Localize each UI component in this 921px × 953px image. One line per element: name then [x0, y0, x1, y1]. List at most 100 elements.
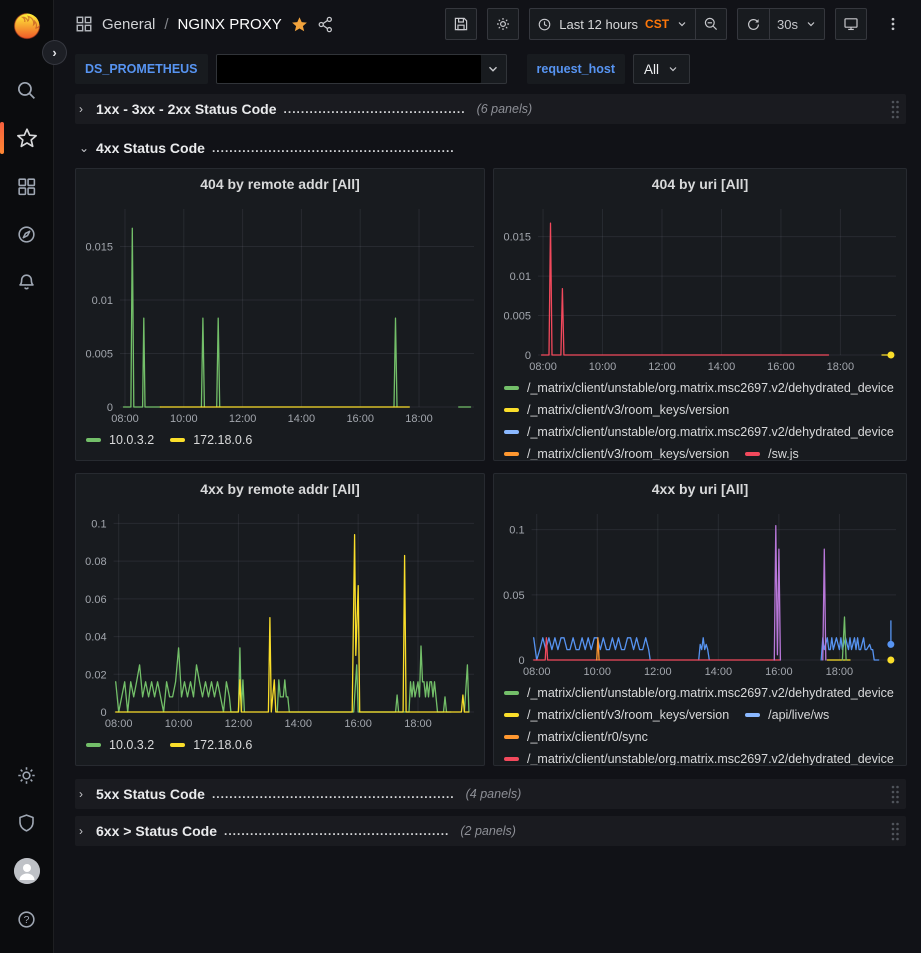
panel-title[interactable]: 4xx by uri [All] — [494, 474, 906, 504]
row-collapse-chevron[interactable]: › — [79, 102, 89, 116]
dashboard-settings-button[interactable] — [487, 8, 519, 40]
row-drag-handle[interactable] — [890, 821, 900, 841]
panel-404-by-remote-addr: 404 by remote addr [All] 08:0010:0012:00… — [75, 168, 485, 461]
series-name: 172.18.0.6 — [193, 738, 252, 752]
svg-text:0.015: 0.015 — [503, 232, 531, 244]
legend-item[interactable]: 172.18.0.6 — [170, 734, 252, 755]
series-color-swatch — [745, 452, 760, 456]
row-header-4xx[interactable]: ⌄ 4xx Status Code ......................… — [75, 134, 906, 162]
row-collapse-chevron[interactable]: ⌄ — [79, 141, 89, 155]
settings-gear-icon[interactable] — [0, 751, 54, 799]
series-color-swatch — [745, 713, 760, 717]
row-collapse-chevron[interactable]: › — [79, 787, 89, 801]
svg-text:0: 0 — [525, 350, 531, 362]
legend-item[interactable]: 10.0.3.2 — [86, 429, 154, 450]
row-collapse-chevron[interactable]: › — [79, 824, 89, 838]
favorite-star-icon[interactable] — [291, 16, 308, 33]
legend-item[interactable]: /_matrix/client/unstable/org.matrix.msc2… — [504, 377, 894, 398]
row-drag-handle[interactable] — [890, 99, 900, 119]
toolbar: Last 12 hours CST — [445, 8, 909, 40]
panel-title[interactable]: 404 by uri [All] — [494, 169, 906, 199]
timeseries-chart[interactable]: 08:0010:0012:0014:0016:0018:0000.0050.01… — [494, 199, 906, 375]
help-icon[interactable]: ? — [0, 895, 54, 943]
series-color-swatch — [170, 743, 185, 747]
share-icon[interactable] — [317, 16, 334, 33]
row-header-5xx[interactable]: › 5xx Status Code ......................… — [75, 779, 906, 809]
row-panel-count: (4 panels) — [466, 787, 522, 801]
timeseries-chart[interactable]: 08:0010:0012:0014:0016:0018:0000.050.1 — [494, 504, 906, 680]
panel-legend: 10.0.3.2 172.18.0.6 — [76, 427, 484, 459]
datasource-variable-dropdown[interactable] — [216, 54, 507, 84]
avatar — [14, 858, 40, 884]
apps-grid-icon[interactable] — [75, 15, 93, 33]
panel-4xx-by-remote-addr: 4xx by remote addr [All] 08:0010:0012:00… — [75, 473, 485, 766]
clock-icon — [537, 17, 552, 32]
series-name: /sw.js — [768, 447, 799, 461]
datasource-value-redacted — [217, 55, 481, 83]
series-name: /_matrix/client/v3/room_keys/version — [527, 708, 729, 722]
time-range-picker[interactable]: Last 12 hours CST — [529, 8, 695, 40]
svg-text:0.04: 0.04 — [85, 632, 106, 644]
datasource-variable-label[interactable]: DS_PROMETHEUS — [75, 54, 208, 84]
svg-text:0: 0 — [518, 655, 524, 667]
sidebar-item-dashboards[interactable] — [0, 162, 54, 210]
dashboard-canvas: › 1xx - 3xx - 2xx Status Code ..........… — [54, 90, 921, 953]
save-icon — [453, 16, 469, 32]
legend-item[interactable]: /_matrix/client/v3/room_keys/version — [504, 704, 729, 725]
refresh-interval-picker[interactable]: 30s — [769, 8, 825, 40]
row-drag-handle[interactable] — [890, 784, 900, 804]
refresh-button[interactable] — [737, 8, 769, 40]
legend-item[interactable]: /_matrix/client/unstable/org.matrix.msc2… — [504, 682, 894, 703]
request-host-variable-label[interactable]: request_host — [527, 54, 626, 84]
more-options-kebab-button[interactable] — [877, 8, 909, 40]
legend-item[interactable]: /sw.js — [745, 443, 799, 460]
svg-text:08:00: 08:00 — [105, 718, 133, 730]
legend-item[interactable]: 10.0.3.2 — [86, 734, 154, 755]
panel-grid: 404 by remote addr [All] 08:0010:0012:00… — [75, 168, 906, 766]
panel-title[interactable]: 4xx by remote addr [All] — [76, 474, 484, 504]
breadcrumb-folder[interactable]: General — [102, 16, 155, 33]
cycle-view-mode-button[interactable] — [835, 8, 867, 40]
series-color-swatch — [504, 386, 519, 390]
server-admin-shield-icon[interactable] — [0, 799, 54, 847]
request-host-variable-dropdown[interactable]: All — [633, 54, 690, 84]
chevron-down-icon — [486, 62, 500, 76]
panel-4xx-by-uri: 4xx by uri [All] 08:0010:0012:0014:0016:… — [493, 473, 907, 766]
page-title[interactable]: NGINX PROXY — [178, 16, 282, 33]
timeseries-chart[interactable]: 08:0010:0012:0014:0016:0018:0000.020.040… — [76, 504, 484, 732]
grafana-logo-icon[interactable] — [10, 8, 44, 42]
monitor-icon — [843, 16, 859, 32]
sidebar-item-starred[interactable] — [0, 114, 54, 162]
series-name: /_matrix/client/r0/sync — [527, 730, 648, 744]
legend-item[interactable]: /_matrix/client/unstable/org.matrix.msc2… — [504, 421, 894, 442]
svg-text:0: 0 — [100, 707, 106, 719]
panel-title[interactable]: 404 by remote addr [All] — [76, 169, 484, 199]
series-color-swatch — [504, 408, 519, 412]
row-header-6xx[interactable]: › 6xx > Status Code ....................… — [75, 816, 906, 846]
svg-text:0.02: 0.02 — [85, 669, 106, 681]
row-title-dots: ........................................… — [224, 824, 449, 838]
svg-text:08:00: 08:00 — [111, 413, 139, 425]
series-color-swatch — [504, 757, 519, 761]
series-name: /_matrix/client/unstable/org.matrix.msc2… — [527, 686, 894, 700]
save-dashboard-button[interactable] — [445, 8, 477, 40]
legend-item[interactable]: 172.18.0.6 — [170, 429, 252, 450]
svg-text:0.05: 0.05 — [503, 590, 524, 602]
search-icon[interactable] — [0, 66, 54, 114]
sidebar-item-alerting-bell-icon[interactable] — [0, 258, 54, 306]
timezone-label: CST — [645, 17, 669, 31]
zoom-out-time-button[interactable] — [695, 8, 727, 40]
user-avatar[interactable] — [0, 847, 54, 895]
legend-item[interactable]: /_matrix/client/v3/room_keys/version — [504, 399, 729, 420]
legend-item[interactable]: /_matrix/client/r0/sync — [504, 726, 648, 747]
legend-item[interactable]: /_matrix/client/unstable/org.matrix.msc2… — [504, 748, 894, 765]
request-host-variable-value: All — [644, 62, 659, 77]
timeseries-chart[interactable]: 08:0010:0012:0014:0016:0018:0000.0050.01… — [76, 199, 484, 427]
sidebar-expand-button[interactable]: › — [42, 40, 67, 65]
legend-item[interactable]: /api/live/ws — [745, 704, 829, 725]
series-color-swatch — [504, 452, 519, 456]
row-panel-count: (2 panels) — [460, 824, 516, 838]
row-header-1xx-3xx-2xx[interactable]: › 1xx - 3xx - 2xx Status Code ..........… — [75, 94, 906, 124]
legend-item[interactable]: /_matrix/client/v3/room_keys/version — [504, 443, 729, 460]
sidebar-item-explore-compass-icon[interactable] — [0, 210, 54, 258]
